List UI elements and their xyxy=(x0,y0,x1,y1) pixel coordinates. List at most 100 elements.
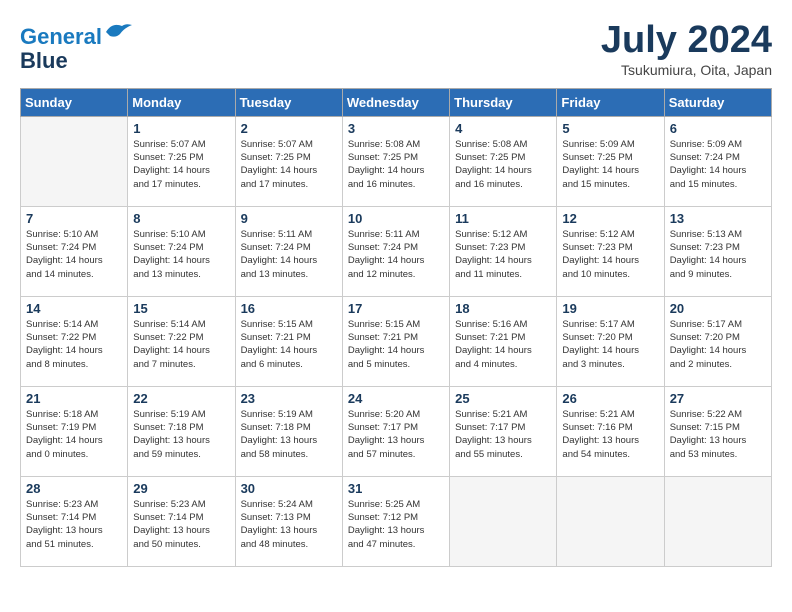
calendar-cell: 12 Sunrise: 5:12 AM Sunset: 7:23 PM Dayli… xyxy=(557,206,664,296)
day-number: 31 xyxy=(348,481,444,496)
day-info: Sunrise: 5:20 AM Sunset: 7:17 PM Dayligh… xyxy=(348,408,444,461)
calendar-cell: 27 Sunrise: 5:22 AM Sunset: 7:15 PM Dayli… xyxy=(664,386,771,476)
day-info: Sunrise: 5:18 AM Sunset: 7:19 PM Dayligh… xyxy=(26,408,122,461)
calendar-subtitle: Tsukumiura, Oita, Japan xyxy=(601,62,772,78)
calendar-cell: 3 Sunrise: 5:08 AM Sunset: 7:25 PM Daylig… xyxy=(342,116,449,206)
calendar-cell: 30 Sunrise: 5:24 AM Sunset: 7:13 PM Dayli… xyxy=(235,476,342,566)
day-number: 20 xyxy=(670,301,766,316)
day-info: Sunrise: 5:08 AM Sunset: 7:25 PM Dayligh… xyxy=(348,138,444,191)
calendar-cell: 9 Sunrise: 5:11 AM Sunset: 7:24 PM Daylig… xyxy=(235,206,342,296)
day-info: Sunrise: 5:23 AM Sunset: 7:14 PM Dayligh… xyxy=(133,498,229,551)
day-info: Sunrise: 5:08 AM Sunset: 7:25 PM Dayligh… xyxy=(455,138,551,191)
bird-icon xyxy=(104,20,134,44)
week-row-4: 21 Sunrise: 5:18 AM Sunset: 7:19 PM Dayli… xyxy=(21,386,772,476)
week-row-5: 28 Sunrise: 5:23 AM Sunset: 7:14 PM Dayli… xyxy=(21,476,772,566)
day-info: Sunrise: 5:12 AM Sunset: 7:23 PM Dayligh… xyxy=(455,228,551,281)
day-number: 29 xyxy=(133,481,229,496)
day-info: Sunrise: 5:15 AM Sunset: 7:21 PM Dayligh… xyxy=(241,318,337,371)
calendar-cell: 16 Sunrise: 5:15 AM Sunset: 7:21 PM Dayli… xyxy=(235,296,342,386)
day-number: 5 xyxy=(562,121,658,136)
day-number: 9 xyxy=(241,211,337,226)
day-info: Sunrise: 5:10 AM Sunset: 7:24 PM Dayligh… xyxy=(133,228,229,281)
calendar-cell: 7 Sunrise: 5:10 AM Sunset: 7:24 PM Daylig… xyxy=(21,206,128,296)
day-info: Sunrise: 5:23 AM Sunset: 7:14 PM Dayligh… xyxy=(26,498,122,551)
day-info: Sunrise: 5:07 AM Sunset: 7:25 PM Dayligh… xyxy=(133,138,229,191)
day-number: 30 xyxy=(241,481,337,496)
day-number: 27 xyxy=(670,391,766,406)
calendar-cell: 5 Sunrise: 5:09 AM Sunset: 7:25 PM Daylig… xyxy=(557,116,664,206)
calendar-cell: 6Sunrise: 5:09 AM Sunset: 7:24 PM Daylig… xyxy=(664,116,771,206)
day-info: Sunrise: 5:19 AM Sunset: 7:18 PM Dayligh… xyxy=(133,408,229,461)
week-row-2: 7 Sunrise: 5:10 AM Sunset: 7:24 PM Daylig… xyxy=(21,206,772,296)
calendar-cell xyxy=(664,476,771,566)
title-section: July 2024 Tsukumiura, Oita, Japan xyxy=(601,20,772,78)
day-number: 10 xyxy=(348,211,444,226)
day-info: Sunrise: 5:24 AM Sunset: 7:13 PM Dayligh… xyxy=(241,498,337,551)
day-info: Sunrise: 5:11 AM Sunset: 7:24 PM Dayligh… xyxy=(348,228,444,281)
week-row-1: 1 Sunrise: 5:07 AM Sunset: 7:25 PM Daylig… xyxy=(21,116,772,206)
logo: GeneralBlue xyxy=(20,20,134,73)
day-number: 16 xyxy=(241,301,337,316)
calendar-cell: 10 Sunrise: 5:11 AM Sunset: 7:24 PM Dayli… xyxy=(342,206,449,296)
day-number: 1 xyxy=(133,121,229,136)
day-number: 26 xyxy=(562,391,658,406)
day-info: Sunrise: 5:22 AM Sunset: 7:15 PM Dayligh… xyxy=(670,408,766,461)
weekday-sunday: Sunday xyxy=(21,88,128,116)
day-number: 19 xyxy=(562,301,658,316)
day-number: 23 xyxy=(241,391,337,406)
calendar-cell: 29 Sunrise: 5:23 AM Sunset: 7:14 PM Dayli… xyxy=(128,476,235,566)
day-info: Sunrise: 5:14 AM Sunset: 7:22 PM Dayligh… xyxy=(133,318,229,371)
calendar-cell: 8Sunrise: 5:10 AM Sunset: 7:24 PM Daylig… xyxy=(128,206,235,296)
week-row-3: 14 Sunrise: 5:14 AM Sunset: 7:22 PM Dayli… xyxy=(21,296,772,386)
calendar-cell: 20 Sunrise: 5:17 AM Sunset: 7:20 PM Dayli… xyxy=(664,296,771,386)
calendar-cell xyxy=(21,116,128,206)
calendar-cell: 17Sunrise: 5:15 AM Sunset: 7:21 PM Dayli… xyxy=(342,296,449,386)
day-info: Sunrise: 5:21 AM Sunset: 7:16 PM Dayligh… xyxy=(562,408,658,461)
calendar-cell: 2 Sunrise: 5:07 AM Sunset: 7:25 PM Daylig… xyxy=(235,116,342,206)
calendar-cell: 22 Sunrise: 5:19 AM Sunset: 7:18 PM Dayli… xyxy=(128,386,235,476)
day-number: 28 xyxy=(26,481,122,496)
weekday-saturday: Saturday xyxy=(664,88,771,116)
day-info: Sunrise: 5:09 AM Sunset: 7:25 PM Dayligh… xyxy=(562,138,658,191)
day-number: 17 xyxy=(348,301,444,316)
calendar-cell: 15 Sunrise: 5:14 AM Sunset: 7:22 PM Dayli… xyxy=(128,296,235,386)
day-info: Sunrise: 5:11 AM Sunset: 7:24 PM Dayligh… xyxy=(241,228,337,281)
calendar-cell xyxy=(450,476,557,566)
day-number: 21 xyxy=(26,391,122,406)
day-info: Sunrise: 5:12 AM Sunset: 7:23 PM Dayligh… xyxy=(562,228,658,281)
weekday-friday: Friday xyxy=(557,88,664,116)
calendar-cell: 4Sunrise: 5:08 AM Sunset: 7:25 PM Daylig… xyxy=(450,116,557,206)
day-number: 15 xyxy=(133,301,229,316)
calendar-cell xyxy=(557,476,664,566)
day-info: Sunrise: 5:16 AM Sunset: 7:21 PM Dayligh… xyxy=(455,318,551,371)
day-number: 14 xyxy=(26,301,122,316)
calendar-cell: 11Sunrise: 5:12 AM Sunset: 7:23 PM Dayli… xyxy=(450,206,557,296)
day-info: Sunrise: 5:07 AM Sunset: 7:25 PM Dayligh… xyxy=(241,138,337,191)
weekday-header-row: SundayMondayTuesdayWednesdayThursdayFrid… xyxy=(21,88,772,116)
day-number: 3 xyxy=(348,121,444,136)
calendar-cell: 25Sunrise: 5:21 AM Sunset: 7:17 PM Dayli… xyxy=(450,386,557,476)
calendar-cell: 1 Sunrise: 5:07 AM Sunset: 7:25 PM Daylig… xyxy=(128,116,235,206)
day-info: Sunrise: 5:25 AM Sunset: 7:12 PM Dayligh… xyxy=(348,498,444,551)
day-number: 22 xyxy=(133,391,229,406)
day-number: 6 xyxy=(670,121,766,136)
day-info: Sunrise: 5:17 AM Sunset: 7:20 PM Dayligh… xyxy=(670,318,766,371)
calendar-cell: 31 Sunrise: 5:25 AM Sunset: 7:12 PM Dayli… xyxy=(342,476,449,566)
calendar-cell: 18 Sunrise: 5:16 AM Sunset: 7:21 PM Dayli… xyxy=(450,296,557,386)
calendar-cell: 21 Sunrise: 5:18 AM Sunset: 7:19 PM Dayli… xyxy=(21,386,128,476)
calendar-body: 1 Sunrise: 5:07 AM Sunset: 7:25 PM Daylig… xyxy=(21,116,772,566)
calendar-title: July 2024 xyxy=(601,20,772,62)
day-number: 13 xyxy=(670,211,766,226)
day-number: 12 xyxy=(562,211,658,226)
calendar-cell: 19Sunrise: 5:17 AM Sunset: 7:20 PM Dayli… xyxy=(557,296,664,386)
day-number: 7 xyxy=(26,211,122,226)
weekday-monday: Monday xyxy=(128,88,235,116)
day-info: Sunrise: 5:21 AM Sunset: 7:17 PM Dayligh… xyxy=(455,408,551,461)
day-info: Sunrise: 5:13 AM Sunset: 7:23 PM Dayligh… xyxy=(670,228,766,281)
day-number: 24 xyxy=(348,391,444,406)
day-number: 18 xyxy=(455,301,551,316)
calendar-cell: 24 Sunrise: 5:20 AM Sunset: 7:17 PM Dayli… xyxy=(342,386,449,476)
calendar-cell: 13 Sunrise: 5:13 AM Sunset: 7:23 PM Dayli… xyxy=(664,206,771,296)
day-number: 2 xyxy=(241,121,337,136)
day-info: Sunrise: 5:10 AM Sunset: 7:24 PM Dayligh… xyxy=(26,228,122,281)
